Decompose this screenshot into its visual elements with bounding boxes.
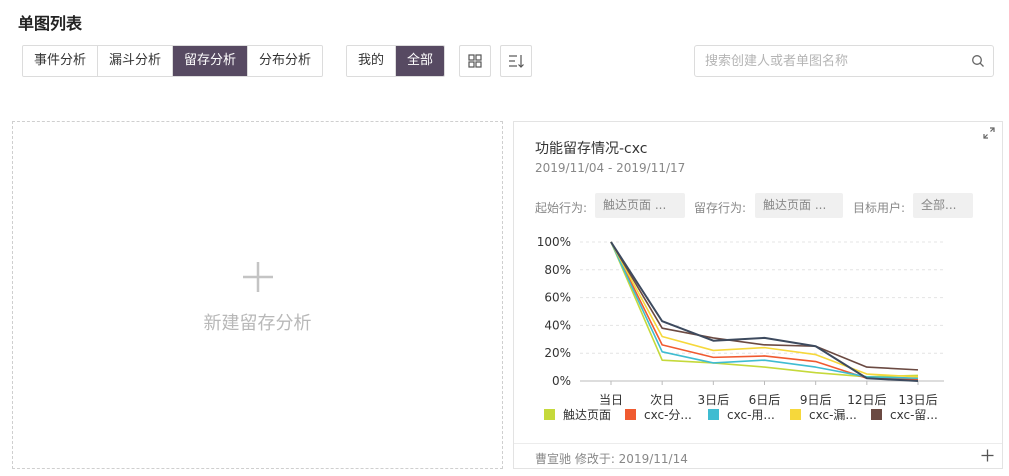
card-footer: 曹宣驰 修改于: 2019/11/14 — [514, 443, 1002, 468]
grid-view-button[interactable] — [459, 45, 491, 77]
legend-label: 触达页面 — [563, 408, 611, 422]
legend-label: cxc-用... — [727, 408, 775, 422]
search-input[interactable] — [695, 46, 965, 76]
tab-funnel-analysis[interactable]: 漏斗分析 — [98, 46, 174, 76]
expand-icon[interactable] — [982, 126, 996, 140]
legend-label: cxc-分... — [644, 408, 692, 422]
plus-icon — [243, 262, 273, 292]
y-tick-label: 100% — [537, 235, 571, 249]
x-tick-label: 13日后 — [898, 393, 937, 407]
x-tick-label: 12日后 — [847, 393, 886, 407]
x-tick-label: 3日后 — [698, 393, 730, 407]
retention-line-chart: 0% 20% 40% 60% 80% 100% 当日 次日 3日后 6日后 9日后 12日后 13日后触… — [537, 235, 944, 422]
search-box — [694, 45, 994, 77]
search-icon[interactable] — [971, 54, 985, 68]
tab-retention-analysis[interactable]: 留存分析 — [173, 46, 249, 76]
start-action-label: 起始行为: — [535, 201, 588, 215]
sort-button[interactable] — [500, 45, 532, 77]
legend-swatch — [544, 409, 555, 420]
y-tick-label: 20% — [544, 346, 571, 360]
new-retention-analysis-card[interactable]: 新建留存分析 — [12, 121, 503, 469]
legend-swatch — [708, 409, 719, 420]
tab-mine[interactable]: 我的 — [347, 46, 397, 76]
legend-label: cxc-留... — [890, 408, 938, 422]
y-tick-label: 0% — [552, 374, 571, 388]
owner-filter-tabs: 我的 全部 — [346, 45, 446, 77]
chart-title[interactable]: 功能留存情况-cxc — [535, 138, 648, 158]
y-tick-label: 40% — [544, 318, 571, 332]
sort-icon — [509, 55, 524, 68]
x-tick-label: 当日 — [599, 393, 623, 407]
legend-label: cxc-漏... — [809, 408, 857, 422]
retention-chart-card: 功能留存情况-cxc 2019/11/04 - 2019/11/17 起始行为:… — [513, 121, 1003, 469]
tab-distribution-analysis[interactable]: 分布分析 — [248, 46, 323, 76]
x-tick-label: 6日后 — [749, 393, 781, 407]
grid-view-icon — [468, 54, 482, 68]
x-tick-label: 次日 — [650, 393, 674, 407]
start-action-select[interactable]: 触达页面 ... — [595, 193, 685, 218]
modified-info: 曹宣驰 修改于: 2019/11/14 — [535, 452, 688, 466]
y-tick-label: 80% — [544, 263, 571, 277]
legend-swatch — [790, 409, 801, 420]
target-user-label: 目标用户: — [853, 201, 906, 215]
new-analysis-label: 新建留存分析 — [203, 313, 312, 334]
tab-all[interactable]: 全部 — [396, 46, 445, 76]
page-title: 单图列表 — [18, 14, 83, 33]
y-tick-label: 60% — [544, 291, 571, 305]
analysis-type-tabs: 事件分析 漏斗分析 留存分析 分布分析 — [22, 45, 324, 77]
series-line — [610, 241, 919, 381]
series-line — [610, 241, 919, 371]
retain-action-label: 留存行为: — [694, 201, 747, 215]
series-line — [610, 241, 919, 380]
tab-event-analysis[interactable]: 事件分析 — [23, 46, 99, 76]
retain-action-select[interactable]: 触达页面 ... — [755, 193, 843, 218]
add-icon[interactable] — [981, 449, 994, 462]
legend-swatch — [625, 409, 636, 420]
x-tick-label: 9日后 — [800, 393, 832, 407]
chart-date-range: 2019/11/04 - 2019/11/17 — [535, 161, 686, 175]
legend-swatch — [871, 409, 882, 420]
target-user-select[interactable]: 全部... — [913, 193, 973, 218]
